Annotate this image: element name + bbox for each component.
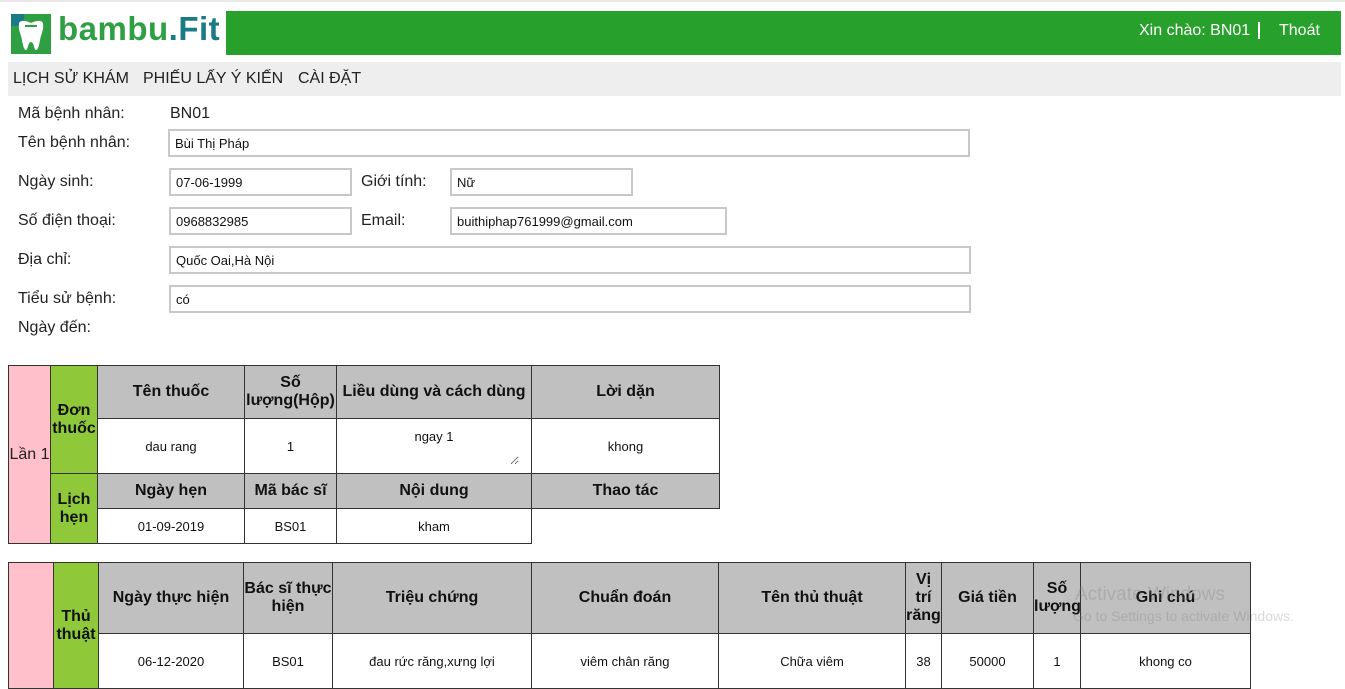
column-header-diagnosis: Chuẩn đoán — [531, 562, 719, 634]
appointment-doctor-cell: BS01 — [244, 508, 337, 544]
header-separator — [1258, 22, 1260, 39]
table-row: 01-09-2019 BS01 kham — [9, 508, 720, 544]
dosage-textarea[interactable]: ngay 1 — [349, 424, 519, 465]
column-header-content: Nội dung — [336, 473, 532, 509]
email-field[interactable] — [450, 207, 727, 235]
column-header-procedure-name: Tên thủ thuật — [718, 562, 906, 634]
logout-link[interactable]: Thoát — [1279, 11, 1320, 55]
prescription-header-row: Lần 1 Đơn thuốc Tên thuốc Số lượng(Hộp) … — [8, 365, 720, 544]
menu-item-settings[interactable]: CÀI ĐẶT — [298, 62, 361, 96]
phone-field[interactable] — [169, 207, 352, 235]
tooth-position-cell: 38 — [905, 633, 942, 689]
column-header-price: Giá tiền — [941, 562, 1034, 634]
appointment-section-label: Lịch hẹn — [50, 473, 98, 544]
procedure-section-label: Thủ thuật — [53, 562, 99, 689]
column-header-quantity: Số lượng(Hộp) — [244, 365, 337, 419]
dob-label: Ngày sinh: — [18, 173, 94, 190]
patient-id-value: BN01 — [170, 105, 211, 122]
gender-field[interactable] — [450, 168, 633, 196]
appointment-date-cell: 01-09-2019 — [97, 508, 245, 544]
perform-date-cell: 06-12-2020 — [98, 633, 244, 689]
price-cell: 50000 — [941, 633, 1034, 689]
column-header-symptom: Triệu chứng — [332, 562, 532, 634]
performing-doctor-cell: BS01 — [243, 633, 333, 689]
appointment-empty-cell — [532, 509, 720, 544]
patient-name-field[interactable] — [168, 129, 970, 157]
appointment-header-row: Lịch hẹn Ngày hẹn Mã bác sĩ Nội dung Tha… — [9, 473, 720, 544]
table-row: dau rang 1 ngay 1 khong — [9, 418, 720, 474]
symptom-cell: đau rức răng,xưng lợi — [332, 633, 532, 689]
column-header-dosage: Liều dùng và cách dùng — [336, 365, 532, 419]
email-label: Email: — [361, 212, 406, 229]
procedure-name-cell: Chữa viêm — [718, 633, 906, 689]
phone-label: Số điện thoại: — [18, 212, 116, 229]
patient-name-label: Tên bệnh nhân: — [18, 134, 131, 151]
procedure-header-row: Thủ thuật Ngày thực hiện Bác sĩ thực hiệ… — [8, 562, 1251, 689]
visit-number-label: Lần 1 — [8, 365, 51, 544]
address-field[interactable] — [169, 246, 971, 274]
window-top-edge — [0, 0, 1345, 2]
column-header-performing-doctor: Bác sĩ thực hiện — [243, 562, 333, 634]
dob-field[interactable] — [169, 168, 352, 196]
brand-name: bambu.Fit — [58, 10, 220, 48]
drug-name-cell: dau rang — [97, 418, 245, 474]
medical-history-label: Tiểu sử bệnh: — [18, 290, 117, 307]
brand-logo[interactable]: bambu.Fit — [8, 10, 226, 55]
advice-cell: khong — [531, 418, 720, 474]
procedure-row-label — [8, 562, 54, 689]
note-cell: khong co — [1080, 633, 1251, 689]
user-greeting: Xin chào: BN01 — [1139, 22, 1251, 39]
table-row: 06-12-2020 BS01 đau rức răng,xưng lợi vi… — [9, 633, 1251, 689]
arrival-date-label: Ngày đến: — [18, 319, 91, 336]
activation-watermark-subtitle: Go to Settings to activate Windows. — [1073, 608, 1294, 624]
address-label: Địa chỉ: — [18, 251, 72, 268]
appointment-content-cell: kham — [336, 508, 532, 544]
column-header-advice: Lời dặn — [531, 365, 720, 419]
patient-id-label: Mã bệnh nhân: — [18, 105, 125, 122]
drug-quantity-cell: 1 — [244, 418, 337, 474]
column-header-doctor-id: Mã bác sĩ — [244, 473, 337, 509]
activation-watermark-title: Activate Windows — [1075, 584, 1225, 605]
column-header-appointment-date: Ngày hẹn — [97, 473, 245, 509]
medical-history-field[interactable] — [169, 285, 971, 313]
column-header-tooth-position: Vị trí răng — [905, 562, 942, 634]
column-header-perform-date: Ngày thực hiện — [98, 562, 244, 634]
menu-item-feedback-form[interactable]: PHIẾU LẤY Ý KIẾN — [143, 62, 283, 96]
menu-item-visit-history[interactable]: LỊCH SỬ KHÁM — [13, 62, 129, 96]
gender-label: Giới tính: — [361, 173, 427, 190]
tooth-logo-icon — [11, 14, 51, 54]
diagnosis-cell: viêm chân răng — [531, 633, 719, 689]
visit-table: Lần 1 Đơn thuốc Tên thuốc Số lượng(Hộp) … — [8, 365, 720, 544]
prescription-section-label: Đơn thuốc — [50, 365, 98, 474]
brand-name-part2: .Fit — [168, 10, 221, 47]
column-header-actions: Thao tác — [531, 473, 720, 509]
procedure-table: Thủ thuật Ngày thực hiện Bác sĩ thực hiệ… — [8, 562, 1251, 689]
dosage-cell: ngay 1 — [336, 418, 532, 474]
column-header-drug: Tên thuốc — [97, 365, 245, 419]
brand-name-part1: bambu — [58, 10, 169, 47]
procedure-quantity-cell: 1 — [1033, 633, 1081, 689]
